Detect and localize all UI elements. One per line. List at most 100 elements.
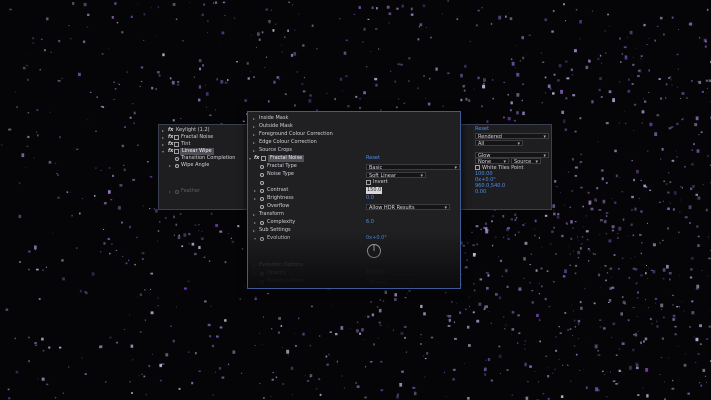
particle bbox=[588, 260, 590, 262]
param-row-noise-type[interactable]: Noise Type Soft Linear ▾ bbox=[248, 171, 460, 179]
expand-arrow-icon[interactable]: ▾ bbox=[162, 148, 164, 155]
brightness-value[interactable]: 0.0 bbox=[366, 195, 374, 202]
collapse-arrow-icon[interactable]: ▸ bbox=[162, 141, 164, 148]
effect-row-linear-wipe[interactable]: ▾ fx Linear Wipe bbox=[159, 148, 249, 155]
complexity-value[interactable]: 6.0 bbox=[366, 219, 374, 226]
param-row-contrast[interactable]: ▸ Contrast 150.0 bbox=[248, 187, 460, 194]
particle bbox=[597, 57, 600, 61]
particle bbox=[613, 254, 616, 256]
effect-name: Tint bbox=[181, 141, 191, 147]
effect-row-tint[interactable]: ▸ fx Tint bbox=[159, 141, 249, 148]
fx-icon[interactable]: fx bbox=[254, 155, 259, 162]
collapse-arrow-icon[interactable]: ▸ bbox=[254, 187, 256, 194]
stopwatch-icon[interactable] bbox=[260, 271, 264, 276]
stopwatch-icon[interactable] bbox=[260, 164, 264, 169]
overflow-dropdown[interactable]: Allow HDR Results ▾ bbox=[366, 203, 450, 211]
fx-icon[interactable]: fx bbox=[168, 127, 173, 134]
group-evolution-options[interactable]: ▸ Evolution Options bbox=[248, 262, 460, 269]
noise-type-dropdown[interactable]: Soft Linear ▾ bbox=[366, 171, 426, 179]
particle bbox=[624, 110, 625, 112]
fx-icon[interactable]: fx bbox=[168, 141, 173, 148]
expand-arrow-icon[interactable]: ▾ bbox=[249, 155, 251, 162]
fx-icon[interactable]: fx bbox=[168, 148, 173, 155]
collapse-arrow-icon[interactable]: ▸ bbox=[253, 262, 255, 269]
particle bbox=[488, 229, 490, 231]
collapse-arrow-icon[interactable]: ▸ bbox=[254, 270, 256, 277]
effect-row-keylight[interactable]: ▸ fx Keylight (1.2) bbox=[159, 127, 249, 134]
param-row-complexity[interactable]: ▸ Complexity 6.0 bbox=[248, 219, 460, 226]
group-outside-mask[interactable]: ▸ Outside Mask bbox=[248, 123, 460, 130]
param-row-invert[interactable]: Invert bbox=[248, 179, 460, 186]
collapse-arrow-icon[interactable]: ▸ bbox=[253, 227, 255, 234]
channel-dropdown[interactable]: All ▾ bbox=[475, 140, 523, 147]
reset-link[interactable]: Reset bbox=[366, 155, 380, 162]
group-source-crops[interactable]: ▸ Source Crops bbox=[248, 147, 460, 154]
layer-dropdown[interactable]: None ▾ bbox=[475, 158, 509, 165]
effect-row-fractal-noise[interactable]: ▸ fx Fractal Noise bbox=[159, 134, 249, 141]
param-row-transition-completion[interactable]: Transition Completion bbox=[159, 155, 249, 162]
particle bbox=[161, 363, 165, 365]
collapse-arrow-icon[interactable]: ▸ bbox=[253, 211, 255, 218]
stopwatch-icon[interactable] bbox=[175, 189, 179, 194]
group-sub-settings[interactable]: ▸ Sub Settings bbox=[248, 227, 460, 234]
render-dropdown[interactable]: Rendered ▾ bbox=[475, 133, 549, 140]
particle bbox=[207, 20, 209, 22]
stopwatch-icon[interactable] bbox=[260, 279, 264, 284]
reset-link[interactable]: Reset bbox=[475, 126, 489, 132]
stopwatch-icon[interactable] bbox=[260, 204, 264, 209]
invert-checkbox[interactable] bbox=[366, 180, 371, 185]
particle bbox=[315, 388, 318, 390]
fx-icon[interactable]: fx bbox=[168, 134, 173, 141]
param-row-evolution[interactable]: ▾ Evolution 0x+0.0° bbox=[248, 235, 460, 242]
collapse-arrow-icon[interactable]: ▸ bbox=[169, 162, 171, 169]
particle bbox=[645, 368, 649, 372]
param-row-blending-mode[interactable]: Blending Mode Normal ▾ bbox=[248, 278, 460, 286]
value-field[interactable]: 0.00 bbox=[475, 189, 486, 195]
contrast-value[interactable]: 150.0 bbox=[366, 187, 383, 194]
collapse-arrow-icon[interactable]: ▸ bbox=[253, 139, 255, 146]
evolution-dial[interactable] bbox=[366, 243, 382, 259]
collapse-arrow-icon[interactable]: ▸ bbox=[162, 134, 164, 141]
effect-header-fractal-noise[interactable]: ▾ fx Fractal Noise Reset bbox=[248, 155, 460, 162]
expand-arrow-icon[interactable]: ▾ bbox=[254, 235, 256, 242]
stopwatch-icon[interactable] bbox=[260, 196, 264, 201]
blending-mode-dropdown[interactable]: Normal ▾ bbox=[366, 278, 416, 286]
stopwatch-icon[interactable] bbox=[260, 220, 264, 225]
opacity-value[interactable]: 100.0% bbox=[366, 270, 385, 277]
stopwatch-icon[interactable] bbox=[175, 156, 179, 161]
particle bbox=[570, 220, 573, 224]
stopwatch-icon[interactable] bbox=[260, 172, 264, 177]
fractal-type-dropdown[interactable]: Basic ▾ bbox=[366, 163, 460, 171]
param-row-wipe-angle[interactable]: ▸ Wipe Angle bbox=[159, 162, 249, 169]
param-row-overflow[interactable]: Overflow Allow HDR Results ▾ bbox=[248, 203, 460, 211]
white-tiles-checkbox[interactable] bbox=[475, 165, 480, 170]
group-transform[interactable]: ▸ Transform bbox=[248, 211, 460, 218]
group-foreground-colour-correction[interactable]: ▸ Foreground Colour Correction bbox=[248, 131, 460, 138]
param-row-feather[interactable]: ▸ Feather bbox=[159, 188, 249, 195]
param-row-opacity[interactable]: ▸ Opacity 100.0% bbox=[248, 270, 460, 277]
source-dropdown[interactable]: Source ▾ bbox=[511, 158, 541, 165]
chevron-down-icon: ▾ bbox=[444, 204, 447, 211]
particle bbox=[477, 76, 480, 80]
collapse-arrow-icon[interactable]: ▸ bbox=[253, 131, 255, 138]
stopwatch-icon[interactable] bbox=[260, 188, 264, 193]
particle bbox=[79, 212, 81, 215]
particle bbox=[669, 181, 672, 184]
collapse-arrow-icon[interactable]: ▸ bbox=[253, 147, 255, 154]
stopwatch-icon[interactable] bbox=[260, 180, 264, 185]
stopwatch-icon[interactable] bbox=[260, 236, 264, 241]
collapse-arrow-icon[interactable]: ▸ bbox=[254, 219, 256, 226]
collapse-arrow-icon[interactable]: ▸ bbox=[162, 127, 164, 134]
particle bbox=[671, 294, 674, 297]
stopwatch-icon[interactable] bbox=[175, 163, 179, 168]
evolution-value[interactable]: 0x+0.0° bbox=[366, 235, 387, 242]
param-row-brightness[interactable]: ▸ Brightness 0.0 bbox=[248, 195, 460, 202]
collapse-arrow-icon[interactable]: ▸ bbox=[169, 188, 171, 195]
particle bbox=[599, 319, 602, 321]
collapse-arrow-icon[interactable]: ▸ bbox=[253, 115, 255, 122]
group-edge-colour-correction[interactable]: ▸ Edge Colour Correction bbox=[248, 139, 460, 146]
param-row-fractal-type[interactable]: Fractal Type Basic ▾ bbox=[248, 163, 460, 171]
collapse-arrow-icon[interactable]: ▸ bbox=[254, 195, 256, 202]
collapse-arrow-icon[interactable]: ▸ bbox=[253, 123, 255, 130]
group-inside-mask[interactable]: ▸ Inside Mask bbox=[248, 115, 460, 122]
